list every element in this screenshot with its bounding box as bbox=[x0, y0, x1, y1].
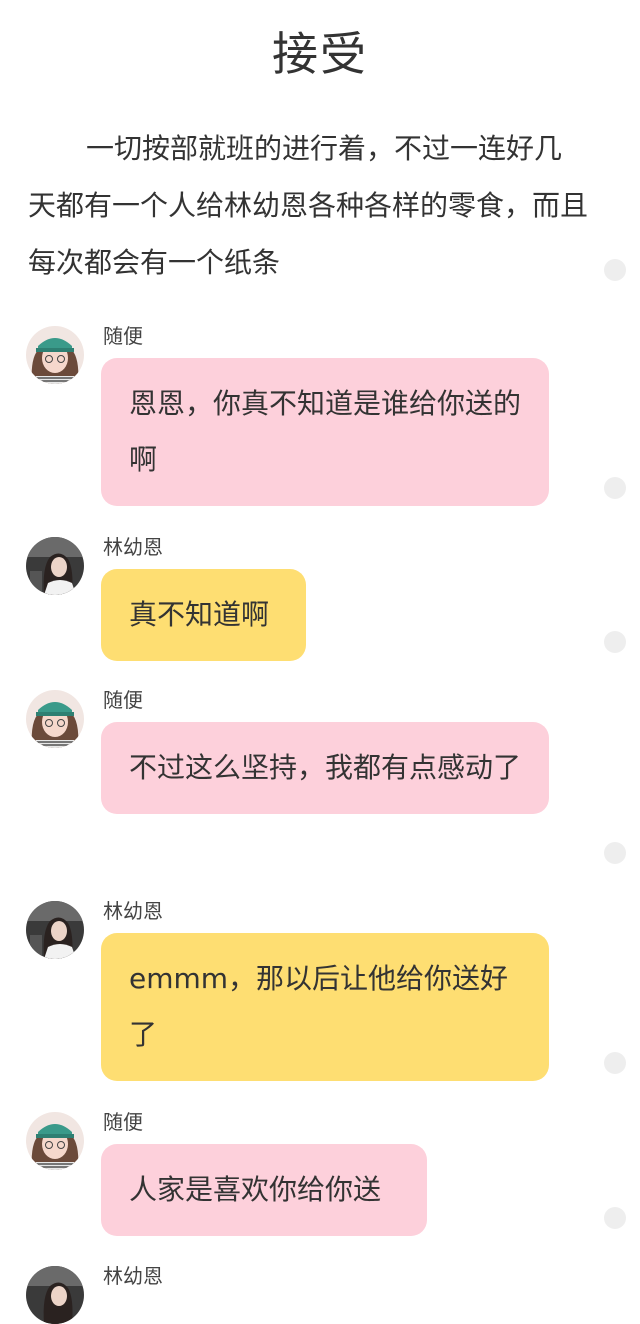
message-bubble[interactable]: 人家是喜欢你给你送 bbox=[101, 1144, 427, 1236]
sender-name: 随便 bbox=[103, 324, 143, 348]
avatar-suibian[interactable] bbox=[26, 690, 84, 748]
sender-name: 林幼恩 bbox=[103, 535, 163, 559]
story-title: 接受 bbox=[272, 27, 368, 81]
narration-paragraph: 一切按部就班的进行着，不过一连好几天都有一个人给林幼恩各种各样的零食，而且每次都… bbox=[28, 132, 589, 279]
sender-name: 林幼恩 bbox=[103, 1264, 163, 1288]
message-bubble[interactable]: emmm，那以后让他给你送好了 bbox=[101, 933, 549, 1081]
message-bubble[interactable]: 不过这么坚持，我都有点感动了 bbox=[101, 722, 549, 814]
scroll-dot bbox=[604, 1052, 626, 1074]
scroll-dot bbox=[604, 842, 626, 864]
sender-name: 随便 bbox=[103, 688, 143, 712]
message-bubble[interactable]: 真不知道啊 bbox=[101, 569, 306, 661]
message-bubble[interactable]: 恩恩，你真不知道是谁给你送的啊 bbox=[101, 358, 549, 506]
scroll-dot bbox=[604, 477, 626, 499]
avatar-linyouen[interactable] bbox=[26, 537, 84, 595]
sender-name: 林幼恩 bbox=[103, 899, 163, 923]
scroll-dot bbox=[604, 631, 626, 653]
scroll-dot bbox=[604, 259, 626, 281]
avatar-suibian[interactable] bbox=[26, 326, 84, 384]
avatar-linyouen[interactable] bbox=[26, 901, 84, 959]
scroll-dot bbox=[604, 1207, 626, 1229]
avatar-suibian[interactable] bbox=[26, 1112, 84, 1170]
avatar-linyouen[interactable] bbox=[26, 1266, 84, 1324]
sender-name: 随便 bbox=[103, 1110, 143, 1134]
